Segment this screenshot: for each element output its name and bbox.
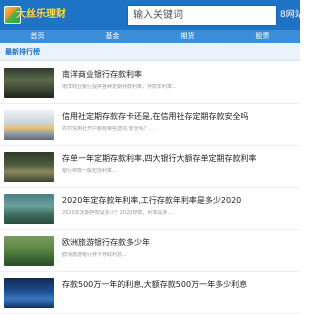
article-thumbnail[interactable] [4, 236, 54, 266]
article-summary: 2020年定期存款是多少？2020存款，利率是多... [62, 210, 173, 216]
article-thumbnail[interactable] [4, 194, 54, 224]
article-thumbnail[interactable] [4, 68, 54, 98]
list-item[interactable]: 信用社定期存款存卡还是,在信用社存定期存款安全吗 农村信用社开户都有哪些选项,安… [0, 104, 300, 146]
search-button[interactable]: 8网站 [280, 8, 304, 22]
nav-item-stocks[interactable]: 股票 [225, 30, 300, 43]
article-title[interactable]: 存款500万一年的利息,大额存款500万一年多少利息 [62, 280, 296, 290]
article-title[interactable]: 欧洲旅游银行存款多少年 [62, 238, 296, 248]
main-nav: 首页 基金 期货 股票 [0, 30, 300, 43]
article-summary: 欧洲旅游银行存卡存取利息... [62, 252, 127, 258]
list-item[interactable]: 存单一年定期存款利率,四大银行大额存单定期存款利率 银行存款一般包括利率... [0, 146, 300, 188]
article-thumbnail[interactable] [4, 278, 54, 308]
article-summary: 农村信用社开户都有哪些选项,安全吗？... [62, 126, 154, 132]
article-title[interactable]: 信用社定期存款存卡还是,在信用社存定期存款安全吗 [62, 112, 296, 122]
list-item[interactable]: 南洋商业银行存款利率 南洋商业银行提供各种定期存款利率，存款年利率... [0, 62, 300, 104]
site-logo[interactable]: 大丝乐理财 [4, 4, 66, 26]
nav-item-futures[interactable]: 期货 [150, 30, 225, 43]
article-thumbnail[interactable] [4, 152, 54, 182]
site-logo-text: 大丝乐理财 [16, 9, 66, 20]
article-thumbnail[interactable] [4, 110, 54, 140]
list-item[interactable]: 欧洲旅游银行存款多少年 欧洲旅游银行存卡存取利息... [0, 230, 300, 272]
search-input[interactable] [127, 5, 277, 26]
section-title: 最新排行榜 [5, 48, 40, 56]
nav-item-fund[interactable]: 基金 [75, 30, 150, 43]
article-summary: 银行存款一般包括利率... [62, 168, 117, 174]
article-title[interactable]: 存单一年定期存款利率,四大银行大额存单定期存款利率 [62, 154, 296, 164]
list-item[interactable]: 存款500万一年的利息,大额存款500万一年多少利息 [0, 272, 300, 314]
nav-item-home[interactable]: 首页 [0, 30, 75, 43]
header: 大丝乐理财 8网站 [0, 0, 304, 30]
article-title[interactable]: 南洋商业银行存款利率 [62, 70, 296, 80]
article-summary: 南洋商业银行提供各种定期存款利率，存款年利率... [62, 84, 177, 90]
article-title[interactable]: 2020年定存款年利率,工行存款年利率是多少2020 [62, 196, 296, 206]
section-header: 最新排行榜 [0, 43, 300, 61]
list-item[interactable]: 2020年定存款年利率,工行存款年利率是多少2020 2020年定期存款是多少？… [0, 188, 300, 230]
